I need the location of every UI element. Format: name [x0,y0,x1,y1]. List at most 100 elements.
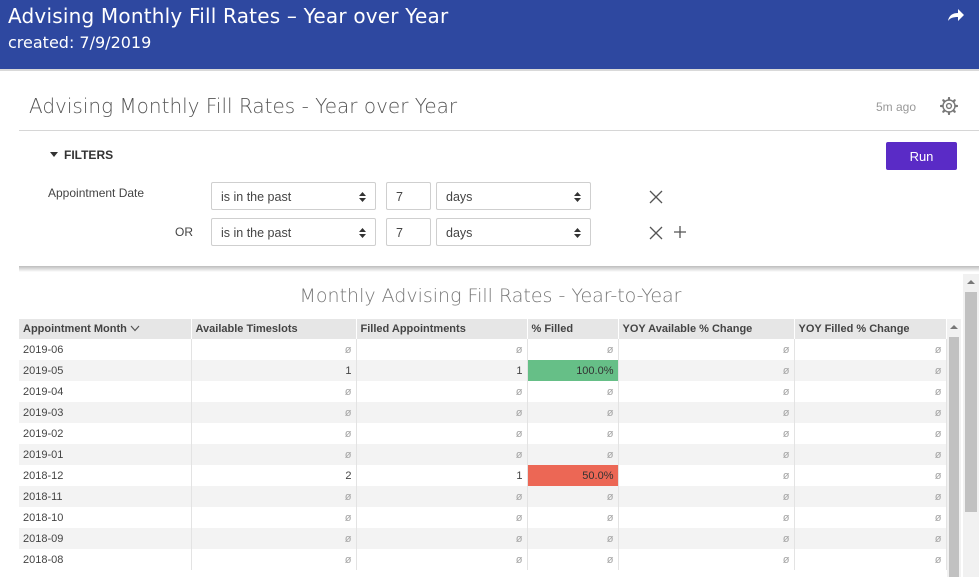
gear-icon[interactable] [940,97,958,115]
table-cell: ø [794,360,947,381]
chevron-down-icon [130,325,140,332]
table-cell: 2019-05 [19,360,192,381]
filters-toggle[interactable]: FILTERS [50,148,113,162]
filter-condition-select-2[interactable]: is in the past [211,218,376,246]
created-date: created: 7/9/2019 [8,33,152,52]
table-cell: ø [794,444,947,465]
select-arrows-icon [574,192,581,202]
table-row: 2018-12 2 1 50.0% ø ø [19,465,947,486]
filter-condition-select-1[interactable]: is in the past [211,182,376,210]
table-cell: ø [356,423,528,444]
select-arrows-icon [574,228,581,238]
table-cell: 2019-02 [19,423,192,444]
table-cell: ø [527,486,619,507]
table-row: 2019-02 ø ø ø ø ø [19,423,947,444]
divider [19,130,979,131]
visualization-title: Monthly Advising Fill Rates - Year-to-Ye… [299,285,682,307]
column-header-yoy-available-change[interactable]: YOY Available % Change [618,319,795,339]
filter-unit-value: days [446,190,473,204]
table-cell: ø [618,528,795,549]
caret-down-icon [50,152,58,158]
table-cell: ø [191,549,357,570]
table-cell: ø [191,402,357,423]
table-cell: 2019-01 [19,444,192,465]
table-cell: ø [794,423,947,444]
table-cell: 50.0% [527,465,619,486]
table-cell: 2018-12 [19,465,192,486]
table-cell: ø [794,402,947,423]
table-cell: ø [191,507,357,528]
table-cell: ø [618,339,795,360]
filter-unit-select-1[interactable]: days [436,182,591,210]
last-updated: 5m ago [876,100,917,114]
table-row: 2019-06 ø ø ø ø ø [19,339,947,360]
table-row: 2019-03 ø ø ø ø ø [19,402,947,423]
scroll-up-icon[interactable] [967,278,975,286]
table-cell: ø [618,507,795,528]
close-icon[interactable] [649,226,663,240]
table-cell: ø [356,339,528,360]
share-arrow-icon[interactable] [945,6,965,26]
table-scrollbar-thumb[interactable] [949,337,959,577]
table-cell: ø [527,549,619,570]
page-scrollbar-thumb[interactable] [965,292,977,512]
table-cell: ø [618,444,795,465]
column-header-filled-appointments[interactable]: Filled Appointments [356,319,528,339]
filter-unit-select-2[interactable]: days [436,218,591,246]
filters-label: FILTERS [64,148,114,162]
table-cell: 100.0% [527,360,619,381]
table-cell: 1 [356,465,528,486]
filter-unit-value: days [446,226,473,240]
scroll-up-icon[interactable] [950,323,958,331]
column-header-available-timeslots[interactable]: Available Timeslots [191,319,357,339]
table-header-row: Appointment Month Available Timeslots Fi… [19,319,947,339]
table-cell: ø [356,402,528,423]
filter-value-input-1[interactable]: 7 [386,182,431,210]
select-arrows-icon [359,192,366,202]
table-cell: ø [527,507,619,528]
table-cell: ø [794,339,947,360]
filter-field-label: Appointment Date [48,186,145,200]
table-cell: ø [356,549,528,570]
table-cell: ø [794,507,947,528]
table-row: 2018-10 ø ø ø ø ø [19,507,947,528]
table-cell: ø [191,339,357,360]
column-header-appointment-month[interactable]: Appointment Month [19,319,192,339]
table-cell: ø [527,381,619,402]
table-cell: ø [527,528,619,549]
table-cell: ø [356,507,528,528]
table-cell: ø [527,339,619,360]
filter-value-input-2[interactable]: 7 [386,218,431,246]
select-arrows-icon [359,228,366,238]
table-cell: ø [794,465,947,486]
table-cell: 2018-09 [19,528,192,549]
table-cell: 2018-08 [19,549,192,570]
data-table: Appointment Month Available Timeslots Fi… [19,319,947,570]
table-cell: ø [356,528,528,549]
table-row: 2018-11 ø ø ø ø ø [19,486,947,507]
column-header-pct-filled[interactable]: % Filled [527,319,619,339]
section-divider-shadow [19,266,979,272]
table-cell: ø [794,381,947,402]
plus-icon[interactable] [673,225,687,239]
table-cell: 2019-03 [19,402,192,423]
table-cell: ø [356,486,528,507]
table-cell: ø [356,381,528,402]
table-cell: 2019-06 [19,339,192,360]
dashboard-title: Advising Monthly Fill Rates – Year over … [8,4,449,28]
dashboard-header: Advising Monthly Fill Rates – Year over … [0,0,979,71]
table-cell: ø [794,528,947,549]
close-icon[interactable] [649,190,663,204]
column-header-yoy-filled-change[interactable]: YOY Filled % Change [794,319,947,339]
table-cell: ø [191,486,357,507]
table-cell: ø [356,444,528,465]
table-cell: ø [618,465,795,486]
table-cell: ø [618,549,795,570]
table-cell: ø [191,423,357,444]
table-row: 2018-08 ø ø ø ø ø [19,549,947,570]
run-button[interactable]: Run [886,142,957,170]
table-cell: 2019-04 [19,381,192,402]
table-cell: ø [191,444,357,465]
table-cell: ø [618,423,795,444]
table-cell: ø [618,486,795,507]
